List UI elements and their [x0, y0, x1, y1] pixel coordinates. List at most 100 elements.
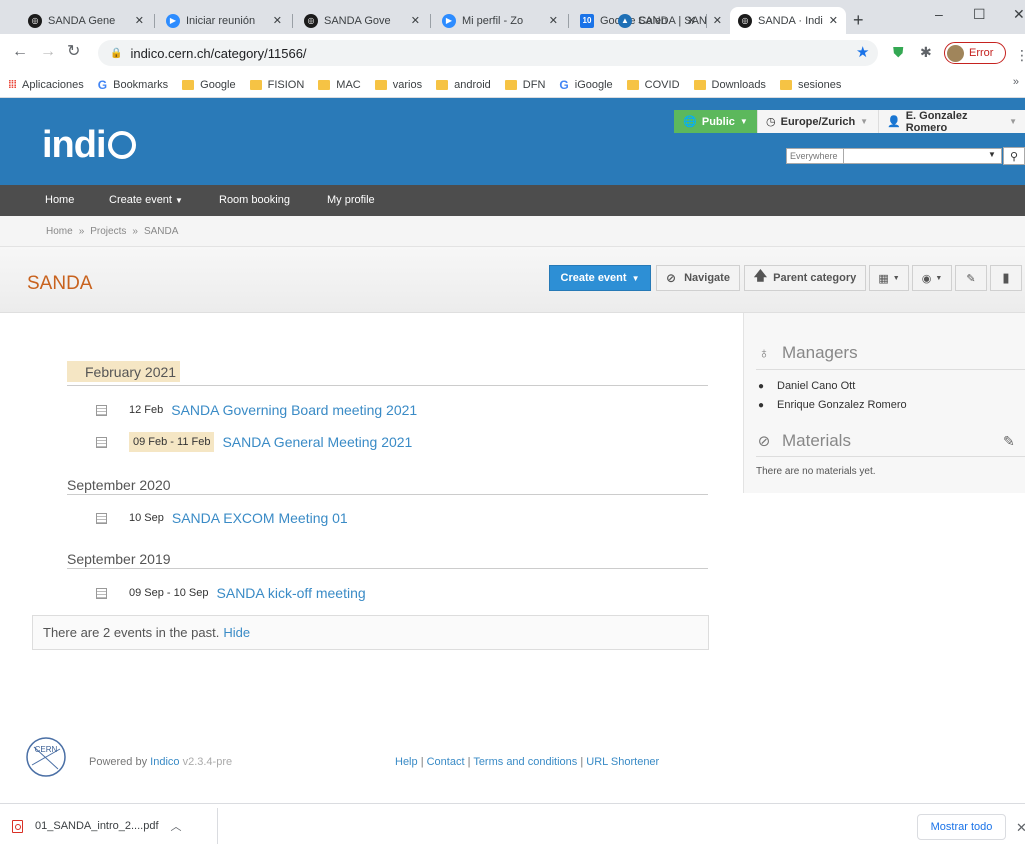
- tab-close-icon[interactable]: ✕: [713, 14, 722, 27]
- tab-close-icon[interactable]: ✕: [829, 14, 838, 27]
- event-title-link[interactable]: SANDA kick-off meeting: [217, 585, 366, 601]
- event-item[interactable]: 10 Sep SANDA EXCOM Meeting 01: [96, 510, 348, 526]
- download-item[interactable]: 01_SANDA_intro_2....pdf ︿: [12, 818, 182, 834]
- bookmark-item[interactable]: android: [436, 79, 491, 91]
- caret-down-icon[interactable]: ▼: [988, 150, 996, 159]
- cern-logo[interactable]: CERN: [24, 735, 68, 779]
- search-scope-select[interactable]: Everywhere: [786, 148, 844, 164]
- indico-favicon-icon: ◎: [304, 13, 318, 28]
- event-date: 09 Feb - 11 Feb: [129, 432, 215, 452]
- timezone-button[interactable]: ◷ Europe/Zurich ▼: [757, 110, 878, 133]
- bookmark-label: iGoogle: [574, 78, 613, 91]
- bookmark-item[interactable]: FISION: [249, 79, 304, 91]
- nav-home[interactable]: Home: [45, 194, 74, 206]
- address-bar[interactable]: 🔒 indico.cern.ch/category/11566/: [98, 40, 878, 66]
- folder-icon: [374, 79, 387, 90]
- edit-materials-icon[interactable]: ✎: [1003, 433, 1015, 450]
- bookmarks-overflow-button[interactable]: »: [1013, 76, 1019, 88]
- manager-item: ● Daniel Cano Ott: [758, 380, 855, 392]
- bookmark-star-icon[interactable]: ★: [856, 45, 869, 60]
- bookmark-item[interactable]: varios: [374, 79, 422, 91]
- minimize-icon[interactable]: –: [935, 6, 943, 22]
- bookmarks-bar: ⁞⁞⁞ Aplicaciones G Bookmarks Google FISION…: [0, 72, 1025, 98]
- indico-logo[interactable]: indi: [42, 124, 136, 167]
- terms-link[interactable]: Terms and conditions: [473, 756, 577, 768]
- contact-link[interactable]: Contact: [427, 756, 465, 768]
- calendar-icon: [96, 404, 107, 416]
- apps-icon: ⁞⁞⁞: [8, 78, 17, 91]
- new-tab-button[interactable]: +: [853, 11, 864, 29]
- event-title-link[interactable]: SANDA General Meeting 2021: [222, 434, 412, 450]
- event-item[interactable]: 09 Feb - 11 Feb SANDA General Meeting 20…: [96, 432, 412, 452]
- bookmark-item[interactable]: Google: [182, 79, 236, 91]
- view-options-button[interactable]: ◉ ▼: [912, 265, 952, 291]
- search-input[interactable]: [844, 148, 1002, 164]
- browser-tab-active[interactable]: ◎ SANDA · Indi ✕: [730, 7, 846, 34]
- bookmark-item[interactable]: sesiones: [779, 78, 842, 91]
- bookmark-label: sesiones: [797, 78, 842, 91]
- tab-close-icon[interactable]: ✕: [135, 14, 144, 27]
- powered-by: Powered by Indico v2.3.4-pre: [89, 756, 232, 768]
- parent-category-button[interactable]: 🡅 Parent category: [744, 265, 866, 291]
- profile-error-button[interactable]: Error: [944, 42, 1006, 64]
- event-title-link[interactable]: SANDA EXCOM Meeting 01: [172, 510, 348, 526]
- close-download-bar-icon[interactable]: ✕: [1016, 820, 1025, 836]
- create-event-button[interactable]: Create event ▼: [549, 265, 651, 291]
- browser-tab[interactable]: ▶ Iniciar reunión ✕: [158, 7, 290, 34]
- browser-tab[interactable]: ◎ SANDA Gene ✕: [20, 7, 152, 34]
- back-arrow-icon[interactable]: ←: [12, 44, 28, 60]
- window-close-icon[interactable]: ✕: [1013, 6, 1025, 23]
- reload-icon[interactable]: ↻: [67, 44, 80, 60]
- event-item[interactable]: 12 Feb SANDA Governing Board meeting 202…: [96, 402, 417, 418]
- hide-past-events-link[interactable]: Hide: [223, 625, 250, 640]
- nav-my-profile[interactable]: My profile: [327, 194, 375, 206]
- forward-arrow-icon[interactable]: →: [40, 44, 56, 60]
- bookmark-item[interactable]: G Bookmarks: [98, 78, 168, 92]
- tab-close-icon[interactable]: ✕: [549, 14, 558, 27]
- nav-room-booking[interactable]: Room booking: [219, 194, 290, 206]
- navigate-button[interactable]: ⊘ Navigate: [656, 265, 740, 291]
- public-protection-button[interactable]: 🌐 Public ▼: [674, 110, 757, 133]
- bookmark-item[interactable]: COVID: [626, 79, 680, 91]
- edit-button[interactable]: ✎: [955, 265, 987, 291]
- chevron-up-icon[interactable]: ︿: [171, 818, 182, 834]
- show-all-downloads-button[interactable]: Mostrar todo: [917, 814, 1006, 840]
- event-title-link[interactable]: SANDA Governing Board meeting 2021: [171, 402, 417, 418]
- sidebar-divider: [756, 369, 1025, 370]
- browser-tab[interactable]: ▶ Mi perfil - Zo ✕: [434, 7, 566, 34]
- folder-icon: [626, 79, 639, 90]
- menu-kebab-icon[interactable]: ⋮: [1015, 47, 1025, 64]
- bookmark-item[interactable]: GiGoogle: [559, 78, 612, 92]
- bookmark-item[interactable]: DFN: [504, 79, 545, 91]
- bookmark-label: Downloads: [711, 78, 766, 91]
- tab-separator: [568, 14, 569, 28]
- avatar: [947, 44, 964, 62]
- tab-close-icon[interactable]: ✕: [411, 14, 420, 27]
- browser-tab[interactable]: ▲ SANDA | SAN ✕: [610, 7, 730, 34]
- maximize-icon[interactable]: ☐: [973, 6, 986, 23]
- url-shortener-link[interactable]: URL Shortener: [586, 756, 659, 768]
- user-menu-button[interactable]: 👤 E. Gonzalez Romero ▼: [878, 110, 1025, 134]
- help-link[interactable]: Help: [395, 756, 418, 768]
- breadcrumb-projects[interactable]: Projects: [90, 226, 126, 237]
- calendar-export-button[interactable]: ▦ ▼: [869, 265, 909, 291]
- parent-category-label: Parent category: [773, 272, 857, 284]
- url-text: indico.cern.ch/category/11566/: [130, 45, 307, 61]
- event-item[interactable]: 09 Sep - 10 Sep SANDA kick-off meeting: [96, 585, 366, 601]
- search-button[interactable]: ⚲: [1003, 147, 1025, 165]
- breadcrumb-home[interactable]: Home: [46, 226, 73, 237]
- bookmark-category-button[interactable]: ▮: [990, 265, 1022, 291]
- browser-tab[interactable]: ◎ SANDA Gove ✕: [296, 7, 428, 34]
- tab-close-icon[interactable]: ✕: [273, 14, 282, 27]
- tab-title: SANDA Gove: [324, 14, 391, 27]
- bookmark-label: android: [454, 78, 491, 91]
- bookmark-item[interactable]: MAC: [318, 79, 361, 91]
- logo-loop-icon: [107, 131, 136, 159]
- past-events-box: There are 2 events in the past. Hide: [32, 615, 709, 650]
- nav-create-event[interactable]: Create event ▼: [109, 194, 183, 206]
- indico-link[interactable]: Indico: [150, 756, 179, 768]
- bookmark-item[interactable]: ⁞⁞⁞ Aplicaciones: [8, 79, 84, 91]
- puzzle-extensions-icon[interactable]: ✱: [920, 45, 932, 59]
- shield-extension-icon[interactable]: ⛊: [893, 45, 904, 59]
- bookmark-item[interactable]: Downloads: [693, 78, 766, 91]
